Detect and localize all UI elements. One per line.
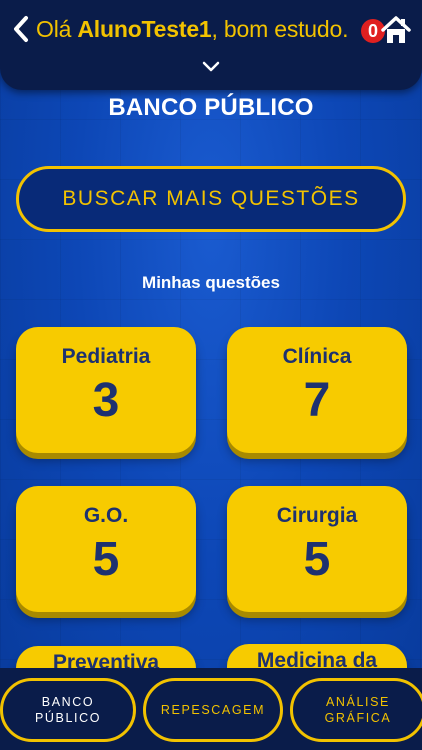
category-count: 7 (303, 374, 331, 427)
category-name: Pediatria (61, 345, 151, 368)
my-questions-heading: Minhas questões (142, 273, 280, 292)
chevron-left-icon[interactable] (10, 14, 32, 44)
page-title: BANCO PÚBLICO (108, 94, 314, 121)
nav-label: REPESCAGEM (160, 703, 266, 717)
category-card-preventiva[interactable]: Preventiva (16, 646, 196, 670)
top-header: Olá AlunoTeste1, bom estudo. 0 (0, 0, 422, 90)
category-name: G.O. (83, 504, 129, 527)
nav-label-line: BANCO (41, 695, 95, 709)
greeting-suffix: , bom estudo. (211, 16, 349, 42)
category-name: Cirurgia (276, 504, 358, 527)
chevron-down-icon[interactable] (201, 60, 221, 74)
category-card-pediatria[interactable]: Pediatria 3 (16, 327, 196, 453)
username: AlunoTeste1 (77, 16, 212, 42)
nav-label-line: GRÁFICA (324, 711, 392, 725)
category-card-cirurgia[interactable]: Cirurgia 5 (227, 486, 407, 612)
greeting-prefix: Olá (36, 16, 78, 42)
category-count: 3 (92, 374, 120, 427)
category-count: 5 (303, 533, 331, 586)
category-card-go[interactable]: G.O. 5 (16, 486, 196, 612)
category-card-clinica[interactable]: Clínica 7 (227, 327, 407, 453)
category-card-medicina[interactable]: Medicina da (227, 644, 407, 670)
category-name: Medicina da (256, 649, 378, 671)
partially-visible-cards: Preventiva Medicina da (0, 640, 422, 670)
nav-repescagem[interactable]: REPESCAGEM (143, 678, 283, 742)
category-name: Clínica (282, 345, 352, 368)
category-count: 5 (92, 533, 120, 586)
search-more-questions-button[interactable]: BUSCAR MAIS QUESTÕES (16, 166, 406, 232)
nav-banco-publico[interactable]: BANCO PÚBLICO (0, 678, 136, 742)
nav-label-line: ANÁLISE (325, 695, 390, 709)
nav-label-line: PÚBLICO (34, 711, 102, 725)
nav-analise-grafica[interactable]: ANÁLISE GRÁFICA (290, 678, 422, 742)
home-icon[interactable] (380, 14, 412, 46)
greeting-text: Olá AlunoTeste1, bom estudo. (36, 14, 348, 44)
